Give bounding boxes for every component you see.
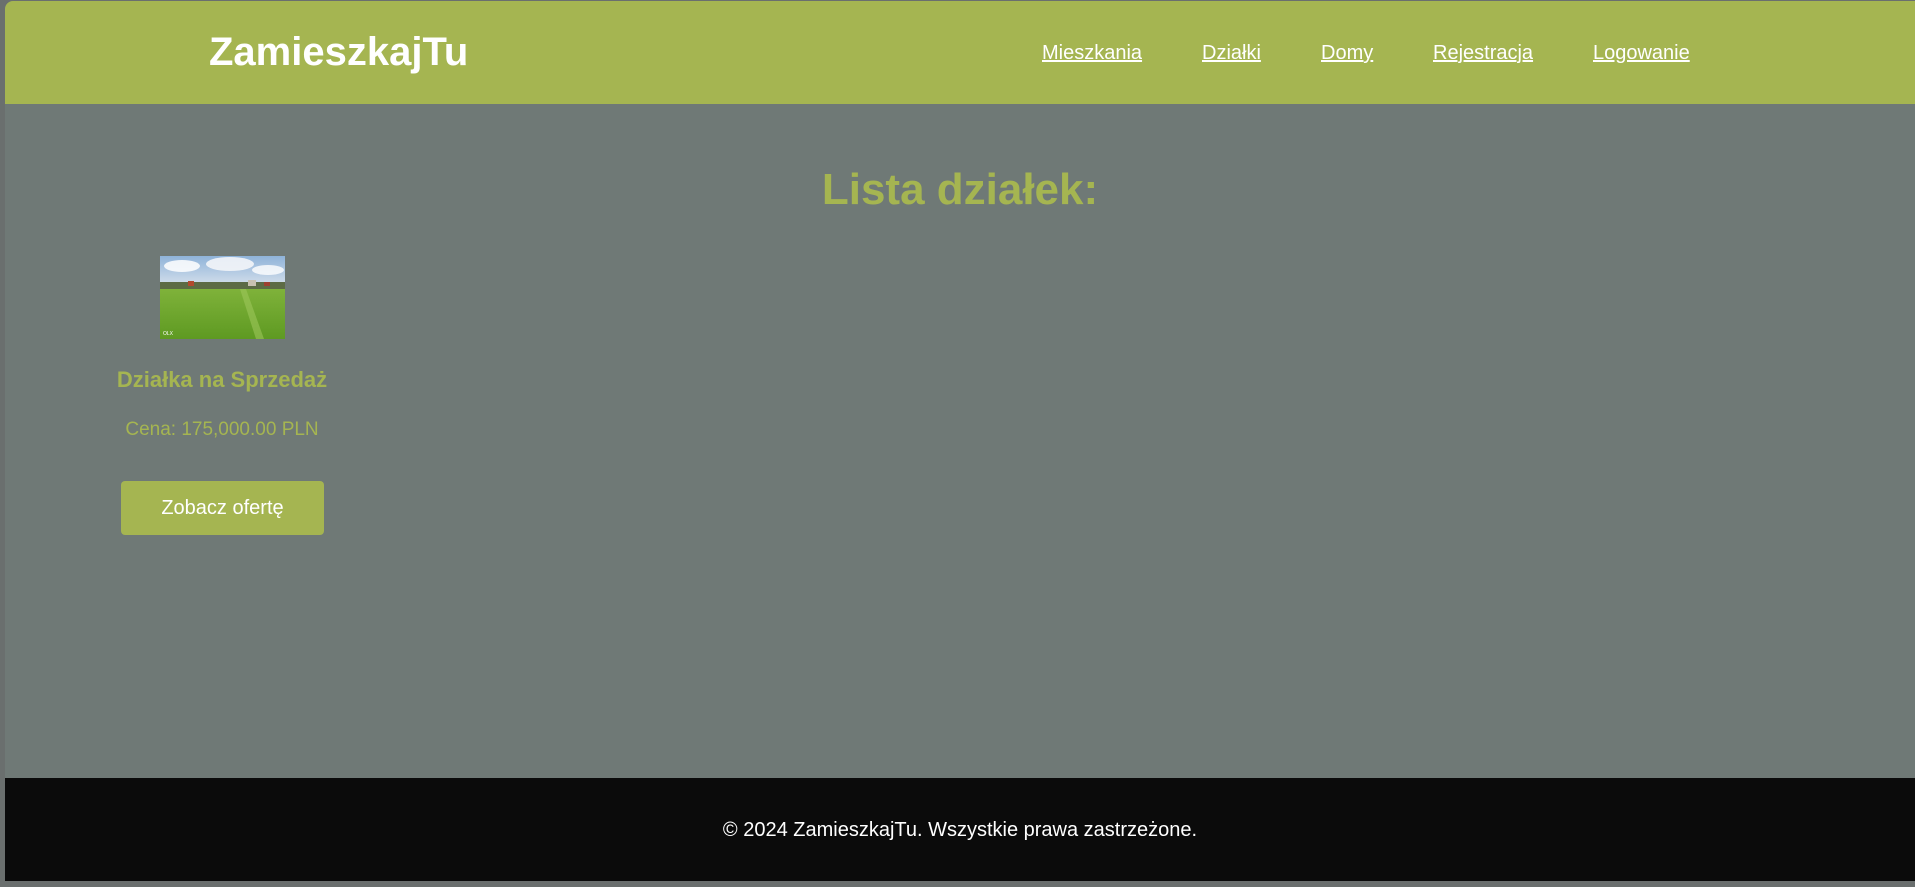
- footer-copyright: © 2024 ZamieszkajTu. Wszystkie prawa zas…: [722, 819, 1198, 841]
- site-header: ZamieszkajTu Mieszkania Działki Domy Rej…: [5, 1, 1915, 104]
- nav-link-rejestracja[interactable]: Rejestracja: [1433, 41, 1533, 65]
- listing-image[interactable]: OLX: [160, 256, 285, 339]
- window-bottom-edge: [0, 881, 1915, 887]
- view-offer-button[interactable]: Zobacz ofertę: [121, 481, 324, 535]
- page-title: Lista działek:: [821, 165, 1099, 214]
- main-nav: Mieszkania Działki Domy Rejestracja Logo…: [5, 41, 1915, 65]
- nav-link-dzialki[interactable]: Działki: [1202, 41, 1261, 65]
- listing-price: Cena: 175,000.00 PLN: [125, 419, 319, 440]
- site-footer: © 2024 ZamieszkajTu. Wszystkie prawa zas…: [5, 778, 1915, 881]
- listing-title: Działka na Sprzedaż: [116, 367, 328, 392]
- nav-link-domy[interactable]: Domy: [1321, 41, 1373, 65]
- svg-text:OLX: OLX: [163, 331, 174, 337]
- nav-link-logowanie[interactable]: Logowanie: [1593, 41, 1690, 65]
- nav-link-mieszkania[interactable]: Mieszkania: [1042, 41, 1142, 65]
- browser-viewport: ZamieszkajTu Mieszkania Działki Domy Rej…: [5, 1, 1915, 881]
